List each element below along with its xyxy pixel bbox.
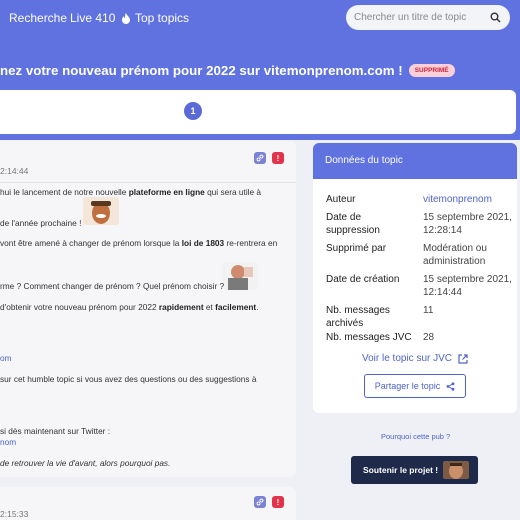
smiley-image	[222, 262, 258, 290]
nav-top-topics[interactable]: Top topics	[121, 11, 189, 25]
page-title: nez votre nouveau prénom pour 2022 sur v…	[0, 62, 403, 78]
topic-info-card: Données du topic Auteur vitemonprenom Da…	[313, 143, 517, 413]
search-box[interactable]	[346, 5, 510, 30]
alert-icon[interactable]: !	[272, 496, 284, 508]
share-label: Partager le topic	[374, 381, 441, 391]
support-label: Soutenir le projet !	[363, 465, 439, 475]
info-value: 15 septembre 2021, 12:28:14	[423, 212, 512, 236]
info-value: 11	[423, 305, 434, 316]
post-line: si dès maintenant sur Twitter :	[0, 426, 111, 436]
support-button[interactable]: Soutenir le projet !	[351, 456, 478, 484]
info-label: Date de suppression	[326, 212, 380, 236]
post-line: hui le lancement de notre nouvelle plate…	[0, 187, 262, 197]
smiley-image	[83, 197, 119, 225]
link-icon[interactable]	[254, 496, 266, 508]
post-date: 2:15:33	[0, 509, 29, 519]
post-line: d'obtenir votre nouveau prénom pour 2022…	[0, 302, 259, 312]
pagination-card	[0, 90, 516, 134]
card-heading: Données du topic	[313, 143, 517, 179]
author-link[interactable]: vitemonprenom	[423, 193, 513, 206]
post-actions: !	[254, 152, 284, 164]
divider	[0, 182, 296, 183]
info-label: Date de création	[326, 274, 400, 285]
post-line: de retrouver la vie d'avant, alors pourq…	[0, 458, 171, 468]
external-link-icon	[458, 353, 468, 364]
info-label: Auteur	[326, 194, 356, 205]
info-label: Nb. messages JVC	[326, 332, 412, 343]
nav-live-410[interactable]: Live 410	[70, 11, 115, 25]
search-input[interactable]	[354, 12, 484, 23]
share-button[interactable]: Partager le topic	[364, 374, 466, 398]
support-image	[443, 461, 469, 479]
post-line: rme ? Comment changer de prénom ? Quel p…	[0, 281, 225, 291]
info-value: 15 septembre 2021, 12:14:44	[423, 274, 512, 298]
topic-title-row: nez votre nouveau prénom pour 2022 sur v…	[0, 61, 455, 79]
why-ad-link[interactable]: Pourquoi cette pub ?	[381, 432, 450, 441]
page-button-current[interactable]: 1	[184, 102, 202, 120]
post-actions: !	[254, 496, 284, 508]
share-icon	[446, 381, 455, 391]
post-line: de l'année prochaine !	[0, 218, 82, 228]
post-link[interactable]: nom	[0, 437, 16, 447]
link-icon[interactable]	[254, 152, 266, 164]
search-icon[interactable]	[490, 12, 501, 23]
see-topic-label: Voir le topic sur JVC	[361, 353, 453, 364]
post-line: vont être amené à changer de prénom lors…	[0, 238, 278, 248]
info-value: Modération ou administration	[423, 243, 487, 267]
post-date: 2:14:44	[0, 166, 29, 176]
post-link[interactable]: om	[0, 353, 12, 363]
info-label: Nb. messages archivés	[326, 305, 390, 329]
nav-recherche[interactable]: Recherche	[9, 11, 67, 25]
status-badge: SUPPRIMÉ	[408, 63, 455, 77]
post-card: 2:14:44 ! hui le lancement de notre nouv…	[0, 141, 296, 477]
alert-icon[interactable]: !	[272, 152, 284, 164]
info-value: 28	[423, 332, 435, 343]
post-card: 2:15:33 !	[0, 487, 296, 520]
nav-top-topics-label: Top topics	[135, 11, 190, 25]
fire-icon	[122, 12, 130, 24]
post-line: sur cet humble topic si vous avez des qu…	[0, 374, 257, 384]
info-label: Supprimé par	[326, 243, 387, 254]
see-topic-link[interactable]: Voir le topic sur JVC	[313, 353, 517, 364]
